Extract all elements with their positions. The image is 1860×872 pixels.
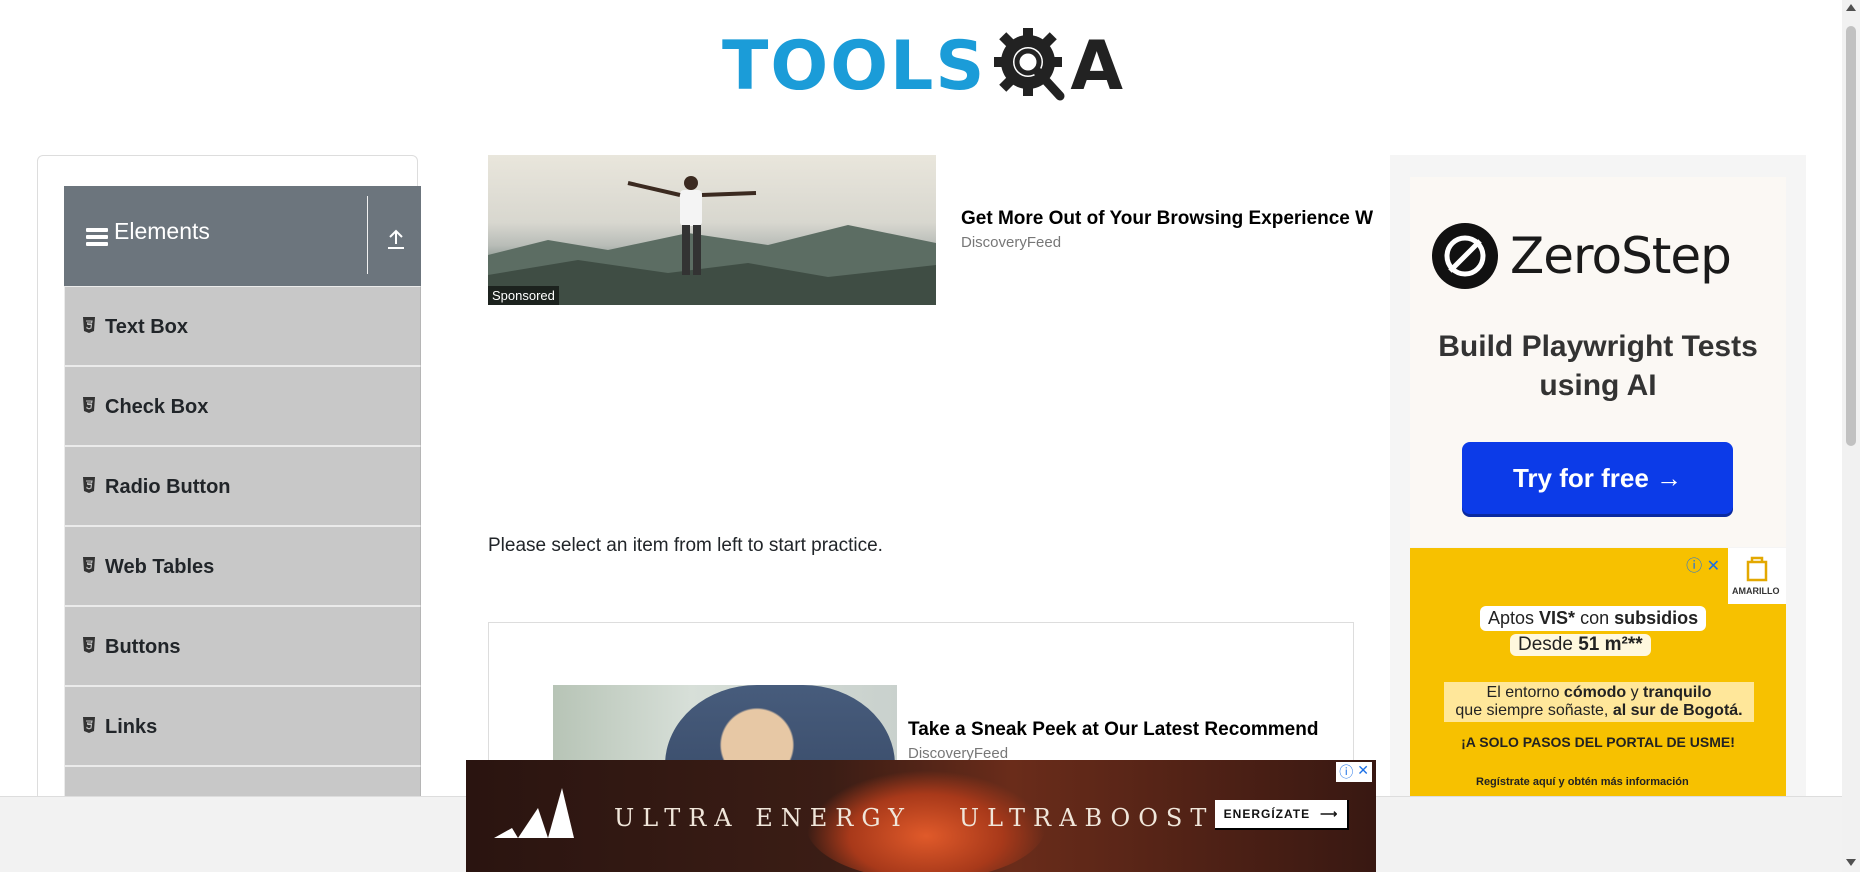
zerostep-logo-icon [1432, 223, 1498, 289]
header-divider [367, 196, 368, 274]
menu-item-label: Links [105, 716, 158, 738]
right-ad-column: ZeroStep Build Playwright Tests using AI… [1390, 155, 1806, 872]
text: Aptos [1488, 608, 1540, 628]
scroll-down-icon[interactable] [1846, 859, 1856, 866]
zerostep-ad[interactable]: ZeroStep Build Playwright Tests using AI… [1410, 177, 1786, 547]
instruction-text: Please select an item from left to start… [488, 535, 883, 556]
html5-icon [82, 557, 96, 573]
adchoices-close-icon[interactable]: ⓘ ✕ [1686, 552, 1720, 576]
text: y [1626, 684, 1644, 701]
energizate-button[interactable]: ENERGÍZATE ⟶ [1215, 800, 1349, 830]
text-bold: subsidios [1614, 608, 1699, 628]
zerostep-tagline: Build Playwright Tests using AI [1438, 330, 1758, 402]
text-bold: tranquilo [1643, 684, 1712, 701]
amarillo-line3: El entorno cómodo y tranquilo que siempre… [1444, 682, 1754, 722]
text-bold: cómodo [1563, 684, 1627, 701]
page: TOOLS A Elements Text Box Check Box Radi… [0, 0, 1860, 872]
menu-item-web-tables[interactable]: Web Tables [64, 526, 421, 606]
ad-headline[interactable]: Take a Sneak Peek at Our Latest Recommen… [908, 719, 1318, 741]
page-scrollbar[interactable] [1842, 0, 1860, 872]
try-for-free-button[interactable]: Try for free → [1462, 442, 1733, 514]
amarillo-line2: Desde 51 m²** [1510, 634, 1651, 656]
mountain-scene [488, 176, 936, 305]
ad-headline[interactable]: Get More Out of Your Browsing Experience… [961, 208, 1391, 230]
html5-icon [82, 717, 96, 733]
text: con [1575, 608, 1615, 628]
arrow-right-icon: ⟶ [1320, 807, 1339, 821]
menu-list: Text Box Check Box Radio Button Web Tabl… [64, 286, 421, 846]
sponsored-badge: Sponsored [488, 286, 559, 305]
adidas-banner-ad[interactable]: ULTRA ENERGY ULTRABOOST ENERGÍZATE ⟶ ⓘ ✕ [466, 760, 1376, 872]
amarillo-line4: ¡A SOLO PASOS DEL PORTAL DE USME! [1461, 734, 1735, 750]
text-bold: VIS* [1539, 608, 1576, 628]
logo-text: TOOLS [722, 26, 987, 106]
text: Desde [1518, 634, 1579, 655]
adidas-logo-icon [490, 786, 576, 844]
menu-item-check-box[interactable]: Check Box [64, 366, 421, 446]
menu-item-label: Web Tables [105, 556, 215, 578]
text-bold: al sur de Bogotá. [1612, 702, 1743, 719]
ad-source[interactable]: DiscoveryFeed [961, 234, 1061, 251]
menu-item-buttons[interactable]: Buttons [64, 606, 421, 686]
cta-label: ENERGÍZATE [1223, 807, 1311, 821]
text-bold: 51 m²** [1578, 634, 1643, 655]
group-header-elements[interactable]: Elements [64, 186, 421, 286]
left-panel: Elements Text Box Check Box Radio Button… [37, 155, 421, 872]
html5-icon [82, 637, 96, 653]
logo-text-a: A [1070, 26, 1123, 106]
html5-icon [82, 317, 96, 333]
menu-item-radio-button[interactable]: Radio Button [64, 446, 421, 526]
amarillo-logo-text: AMARILLO [1732, 586, 1780, 596]
menu-item-text-box[interactable]: Text Box [64, 286, 421, 366]
sponsored-ad-image[interactable]: Sponsored [488, 155, 936, 305]
collapse-up-icon[interactable] [386, 228, 406, 250]
menu-item-label: Text Box [105, 316, 188, 338]
amarillo-logo: AMARILLO [1728, 548, 1786, 604]
group-title: Elements [114, 218, 210, 244]
adchoices-icon[interactable]: ⓘ ✕ [1336, 762, 1372, 782]
text: que siempre soñaste, [1455, 702, 1613, 719]
toolsqa-logo[interactable]: TOOLS A [722, 18, 1124, 114]
menu-item-label: Radio Button [105, 476, 231, 498]
scroll-thumb[interactable] [1846, 26, 1856, 446]
zerostep-brand: ZeroStep [1510, 227, 1732, 285]
gear-magnifier-icon [990, 24, 1074, 108]
amarillo-line5[interactable]: Regístrate aquí y obtén más información [1476, 776, 1689, 788]
menu-item-links[interactable]: Links [64, 686, 421, 766]
amarillo-line1: Aptos VIS* con subsidios [1480, 606, 1707, 631]
html5-icon [82, 477, 96, 493]
text: El entorno [1486, 684, 1564, 701]
banner-headline: ULTRA ENERGY ULTRABOOST [614, 804, 1215, 832]
hamburger-icon [86, 228, 108, 246]
menu-item-label: Check Box [105, 396, 209, 418]
menu-item-label: Buttons [105, 636, 181, 658]
scroll-up-icon[interactable] [1846, 4, 1856, 11]
html5-icon [82, 397, 96, 413]
